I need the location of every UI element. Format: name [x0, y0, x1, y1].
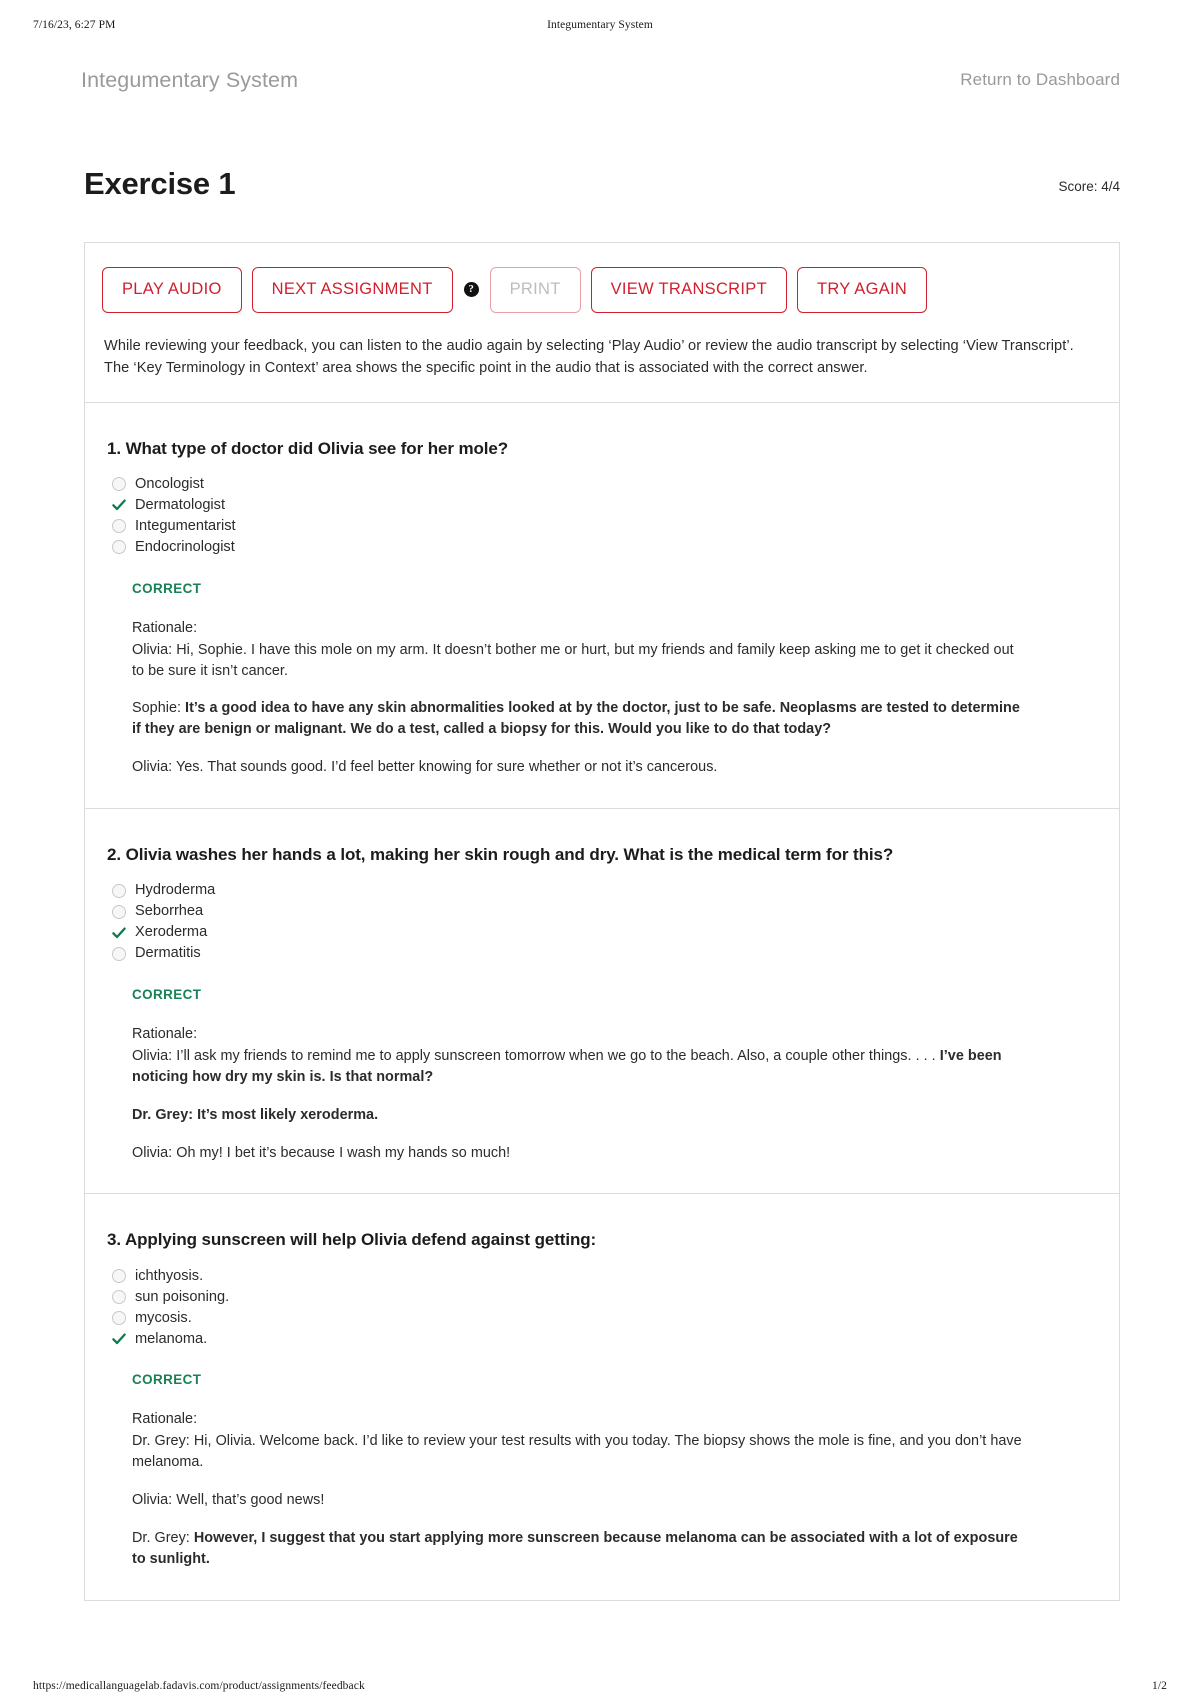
rationale-label: Rationale: [132, 1411, 198, 1428]
answer-option[interactable]: Xeroderma [112, 922, 1097, 943]
answer-option-label: Oncologist [135, 476, 204, 493]
site-header: Integumentary System Return to Dashboard [0, 44, 1200, 102]
answer-option[interactable]: melanoma. [112, 1328, 1097, 1349]
radio-button-icon[interactable] [112, 1268, 126, 1283]
rationale-plain-text: Dr. Grey: [132, 1529, 194, 1546]
answer-option-label: Dermatitis [135, 945, 201, 962]
print-button[interactable]: PRINT [489, 267, 581, 313]
answer-option-label: melanoma. [135, 1330, 208, 1347]
answer-option[interactable]: Integumentarist [112, 516, 1097, 537]
rationale-plain-text: Dr. Grey: Hi, Olivia. Welcome back. I’d … [132, 1433, 1022, 1471]
rationale-label: Rationale: [132, 1026, 198, 1043]
answer-options: ichthyosis. sun poisoning. mycosis. melanom… [112, 1265, 1097, 1349]
rationale-paragraph: Dr. Grey: However, I suggest that you st… [132, 1528, 1022, 1570]
questions-list: 1. What type of doctor did Olivia see fo… [85, 403, 1119, 1600]
answer-option-label: mycosis. [135, 1309, 192, 1326]
radio-button-icon[interactable] [112, 540, 126, 555]
radio-button-icon[interactable] [112, 883, 126, 898]
status-badge: CORRECT [132, 1372, 202, 1388]
answer-option[interactable]: sun poisoning. [112, 1286, 1097, 1307]
rationale: Rationale: Dr. Grey: Hi, Olivia. Welcome … [132, 1409, 1022, 1569]
answer-option-label: Dermatologist [135, 497, 226, 514]
rationale-key-terminology: Dr. Grey: It’s most likely xeroderma. [132, 1106, 379, 1123]
try-again-button[interactable]: TRY AGAIN [796, 267, 928, 313]
rationale-plain-text: Olivia: Oh my! I bet it’s because I wash… [132, 1144, 511, 1161]
answer-options: Hydroderma Seborrhea Xeroderma Dermatitis [112, 880, 1097, 964]
action-toolbar: PLAY AUDIO NEXT ASSIGNMENT ? PRINT VIEW … [85, 243, 1119, 313]
rationale-paragraph: Olivia: Hi, Sophie. I have this mole on … [132, 640, 1022, 682]
checkmark-icon[interactable] [112, 498, 126, 512]
radio-button-icon[interactable] [112, 519, 126, 534]
checkmark-icon[interactable] [112, 926, 126, 940]
rationale-paragraph: Olivia: Yes. That sounds good. I’d feel … [132, 757, 1022, 778]
answer-option-label: Xeroderma [135, 924, 208, 941]
rationale-plain-text: Olivia: I’ll ask my friends to remind me… [132, 1047, 940, 1064]
question-block: 2. Olivia washes her hands a lot, making… [85, 809, 1119, 1193]
answer-option[interactable]: Dermatologist [112, 495, 1097, 516]
question-text: 1. What type of doctor did Olivia see fo… [107, 438, 509, 458]
question-block: 1. What type of doctor did Olivia see fo… [85, 403, 1119, 808]
radio-button-icon[interactable] [112, 477, 126, 492]
score-text: Score: 4/4 [1058, 179, 1120, 195]
return-to-dashboard-link[interactable]: Return to Dashboard [960, 70, 1120, 90]
rationale: Rationale: Olivia: Hi, Sophie. I have thi… [132, 618, 1022, 778]
feedback-instructions: While reviewing your feedback, you can l… [104, 337, 1074, 377]
answer-option[interactable]: ichthyosis. [112, 1265, 1097, 1286]
radio-button-icon[interactable] [112, 904, 126, 919]
rationale-paragraph: Dr. Grey: Hi, Olivia. Welcome back. I’d … [132, 1431, 1022, 1473]
answer-option[interactable]: Endocrinologist [112, 537, 1097, 558]
rationale-key-terminology: However, I suggest that you start applyi… [132, 1529, 1018, 1567]
status-badge: CORRECT [132, 580, 202, 596]
site-title: Integumentary System [81, 67, 299, 92]
answer-option-label: Hydroderma [135, 882, 216, 899]
answer-option[interactable]: Seborrhea [112, 901, 1097, 922]
answer-option[interactable]: Oncologist [112, 474, 1097, 495]
rationale-paragraph: Dr. Grey: It’s most likely xeroderma. [132, 1105, 1022, 1126]
rationale-paragraph: Olivia: I’ll ask my friends to remind me… [132, 1046, 1022, 1088]
answer-option[interactable]: mycosis. [112, 1307, 1097, 1328]
answer-option[interactable]: Hydroderma [112, 880, 1097, 901]
answer-option[interactable]: Dermatitis [112, 943, 1097, 964]
rationale-plain-text: Olivia: Yes. That sounds good. I’d feel … [132, 759, 718, 776]
answer-option-label: Endocrinologist [135, 539, 235, 556]
play-audio-button[interactable]: PLAY AUDIO [102, 267, 242, 313]
answer-option-label: Seborrhea [135, 903, 204, 920]
status-badge: CORRECT [132, 987, 202, 1003]
rationale-paragraph: Olivia: Oh my! I bet it’s because I wash… [132, 1143, 1022, 1164]
page-content: Integumentary System Return to Dashboard… [0, 44, 1200, 1601]
exercise-title-row: Exercise 1 Score: 4/4 [0, 166, 1200, 201]
next-assignment-button[interactable]: NEXT ASSIGNMENT [251, 267, 453, 313]
print-page-indicator: 1/2 [1152, 1680, 1167, 1692]
page-title: Exercise 1 [84, 166, 236, 201]
radio-button-icon[interactable] [112, 1289, 126, 1304]
rationale-plain-text: Olivia: Hi, Sophie. I have this mole on … [132, 641, 1014, 679]
answer-option-label: ichthyosis. [135, 1267, 204, 1284]
answer-option-label: Integumentarist [135, 518, 236, 535]
answer-option-label: sun poisoning. [135, 1288, 230, 1305]
rationale-key-terminology: It’s a good idea to have any skin abnorm… [132, 700, 1020, 738]
question-block: 3. Applying sunscreen will help Olivia d… [85, 1194, 1119, 1599]
feedback-card: PLAY AUDIO NEXT ASSIGNMENT ? PRINT VIEW … [84, 242, 1120, 1601]
rationale-label: Rationale: [132, 619, 198, 636]
checkmark-icon[interactable] [112, 1332, 126, 1346]
question-text: 3. Applying sunscreen will help Olivia d… [107, 1230, 597, 1250]
help-question-mark-icon[interactable]: ? [463, 282, 479, 298]
print-url: https://medicallanguagelab.fadavis.com/p… [33, 1680, 365, 1692]
radio-button-icon[interactable] [112, 1310, 126, 1325]
rationale-plain-text: Sophie: [132, 700, 186, 717]
rationale: Rationale: Olivia: I’ll ask my friends to… [132, 1024, 1022, 1163]
question-text: 2. Olivia washes her hands a lot, making… [107, 845, 894, 865]
answer-options: Oncologist Dermatologist Integumentarist En… [112, 474, 1097, 558]
print-doc-title: Integumentary System [547, 19, 653, 31]
rationale-plain-text: Olivia: Well, that’s good news! [132, 1492, 325, 1509]
rationale-paragraph: Sophie: It’s a good idea to have any ski… [132, 698, 1022, 740]
view-transcript-button[interactable]: VIEW TRANSCRIPT [590, 267, 787, 313]
rationale-paragraph: Olivia: Well, that’s good news! [132, 1490, 1022, 1511]
radio-button-icon[interactable] [112, 946, 126, 961]
